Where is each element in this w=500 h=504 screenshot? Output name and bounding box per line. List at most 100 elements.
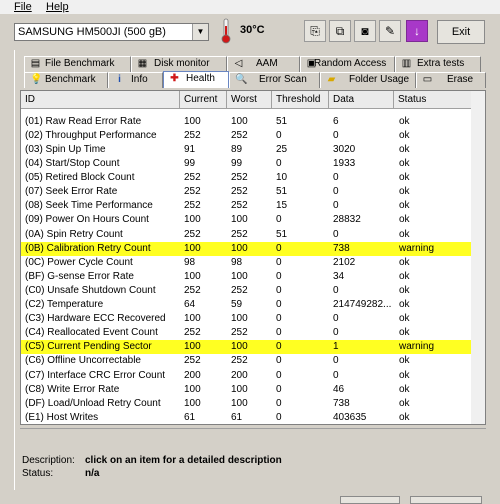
- cell-data: 3020: [333, 143, 356, 155]
- table-row[interactable]: (04) Start/Stop Count 99 99 0 1933 ok: [21, 157, 471, 171]
- table-row[interactable]: (DF) Load/Unload Retry Count 100 100 0 738 ok: [21, 397, 471, 411]
- cell-data: 1933: [333, 158, 356, 169]
- table-row[interactable]: (0A) Spin Retry Count 252 252 51 0 ok: [21, 228, 471, 242]
- table-row[interactable]: (07) Seek Error Rate 252 252 51 0 ok: [21, 185, 471, 199]
- table-row[interactable]: (02) Throughput Performance 252 252 0 0 ok: [21, 129, 471, 143]
- cell-status: ok: [399, 355, 410, 367]
- table-row[interactable]: (C5) Current Pending Sector 100 100 0 1 warni…: [21, 340, 471, 355]
- cell-worst: 252: [231, 186, 248, 198]
- cell-current: 200: [184, 369, 201, 381]
- cell-threshold: 0: [276, 284, 282, 296]
- bottom-button-right[interactable]: [410, 496, 482, 504]
- cell-status: warning: [399, 341, 435, 353]
- table-row[interactable]: (09) Power On Hours Count 100 100 0 28832 ok: [21, 213, 471, 227]
- menu-file[interactable]: File: [14, 0, 32, 14]
- aam-speaker-icon: ◁: [234, 58, 243, 69]
- tab-disk-monitor[interactable]: ▦ Disk monitor: [131, 56, 227, 72]
- folder-icon: ▰: [327, 74, 336, 85]
- tab-benchmark[interactable]: 💡 Benchmark: [24, 72, 108, 88]
- cell-id: (C7) Interface CRC Error Count: [25, 369, 166, 381]
- cell-data: 0: [333, 327, 339, 339]
- download-arrow-icon[interactable]: ↓: [406, 20, 428, 42]
- cell-status: warning: [399, 242, 435, 254]
- table-row[interactable]: (01) Raw Read Error Rate 100 100 51 6 ok: [21, 115, 471, 129]
- table-row[interactable]: (03) Spin Up Time 91 89 25 3020 ok: [21, 143, 471, 157]
- cell-id: (C0) Unsafe Shutdown Count: [25, 284, 156, 296]
- exit-button[interactable]: Exit: [437, 20, 485, 44]
- cell-current: 91: [184, 143, 196, 155]
- table-row[interactable]: (E1) Host Writes 61 61 0 403635 ok: [21, 411, 471, 424]
- chevron-down-icon[interactable]: ▼: [192, 24, 208, 40]
- table-row[interactable]: (C6) Offline Uncorrectable 252 252 0 0 ok: [21, 354, 471, 368]
- status-value: n/a: [85, 468, 100, 479]
- column-header-id[interactable]: ID: [21, 91, 180, 109]
- cell-threshold: 0: [276, 341, 282, 353]
- table-row[interactable]: (C0) Unsafe Shutdown Count 252 252 0 0 ok: [21, 284, 471, 298]
- table-row[interactable]: (C7) Interface CRC Error Count 200 200 0 0 ok: [21, 369, 471, 383]
- menu-bar: File Help: [0, 0, 500, 14]
- tab-file-benchmark[interactable]: ▤ File Benchmark: [24, 56, 131, 72]
- cell-data: 738: [333, 242, 350, 254]
- table-row[interactable]: (05) Retired Block Count 252 252 10 0 ok: [21, 171, 471, 185]
- cell-worst: 99: [231, 158, 243, 169]
- cell-worst: 100: [231, 313, 248, 325]
- menu-help[interactable]: Help: [46, 0, 69, 14]
- column-header-current[interactable]: Current: [180, 91, 227, 109]
- cell-status: ok: [399, 143, 410, 155]
- temperature-value: 30°C: [240, 24, 265, 36]
- table-row[interactable]: (0B) Calibration Retry Count 100 100 0 738 wa…: [21, 241, 471, 256]
- cell-id: (04) Start/Stop Count: [25, 158, 120, 169]
- column-header-status[interactable]: Status: [394, 91, 473, 109]
- cell-data: 0: [333, 313, 339, 325]
- table-row[interactable]: (08) Seek Time Performance 252 252 15 0 ok: [21, 199, 471, 213]
- options-icon[interactable]: ✎: [379, 20, 401, 42]
- tab-extra-tests[interactable]: ▥ Extra tests: [395, 56, 481, 72]
- table-row[interactable]: (C4) Reallocated Event Count 252 252 0 0 ok: [21, 326, 471, 340]
- tab-erase[interactable]: ▭ Erase: [416, 72, 486, 88]
- bottom-button-left[interactable]: [340, 496, 400, 504]
- cell-threshold: 0: [276, 129, 282, 141]
- camera-icon[interactable]: ◙: [354, 20, 376, 42]
- smart-table[interactable]: ID Current Worst Threshold Data Status (…: [20, 90, 486, 425]
- column-header-threshold[interactable]: Threshold: [272, 91, 329, 109]
- cell-threshold: 15: [276, 200, 288, 212]
- tab-folder-usage[interactable]: ▰ Folder Usage: [320, 72, 416, 88]
- tab-error-scan[interactable]: 🔍 Error Scan: [229, 72, 320, 88]
- copy-info-icon[interactable]: ⧉: [329, 20, 351, 42]
- cell-status: ok: [399, 369, 410, 381]
- cell-id: (C6) Offline Uncorrectable: [25, 355, 141, 367]
- disk-monitor-icon: ▦: [137, 58, 148, 69]
- drive-select[interactable]: SAMSUNG HM500JI (500 gB) ▼: [14, 23, 209, 41]
- cell-id: (C8) Write Error Rate: [25, 383, 120, 395]
- column-header-data[interactable]: Data: [329, 91, 394, 109]
- tab-info[interactable]: i Info: [108, 72, 163, 88]
- tab-random-access[interactable]: ▣ Random Access: [300, 56, 395, 72]
- cell-id: (07) Seek Error Rate: [25, 186, 118, 198]
- cell-data: 0: [333, 369, 339, 381]
- cell-status: ok: [399, 228, 410, 240]
- cell-data: 0: [333, 284, 339, 296]
- cell-data: 6: [333, 115, 339, 127]
- cell-status: ok: [399, 256, 410, 268]
- tab-health[interactable]: ✚ Health: [163, 71, 229, 88]
- copy-text-icon[interactable]: ⎘: [304, 20, 326, 42]
- info-icon: i: [118, 74, 121, 85]
- cell-status: ok: [399, 214, 410, 226]
- cell-threshold: 25: [276, 143, 288, 155]
- table-row[interactable]: (C8) Write Error Rate 100 100 0 46 ok: [21, 383, 471, 397]
- cell-id: (BF) G-sense Error Rate: [25, 270, 134, 282]
- cell-id: (08) Seek Time Performance: [25, 200, 153, 212]
- table-row[interactable]: (C2) Temperature 64 59 0 214749282... ok: [21, 298, 471, 312]
- cell-status: ok: [399, 172, 410, 184]
- tab-aam[interactable]: ◁ AAM: [227, 56, 300, 72]
- cell-threshold: 0: [276, 256, 282, 268]
- table-row[interactable]: (BF) G-sense Error Rate 100 100 0 34 ok: [21, 270, 471, 284]
- cell-threshold: 51: [276, 186, 288, 198]
- table-row[interactable]: (0C) Power Cycle Count 98 98 0 2102 ok: [21, 256, 471, 270]
- vertical-scrollbar[interactable]: [471, 91, 485, 424]
- cell-data: 0: [333, 129, 339, 141]
- cell-current: 252: [184, 228, 201, 240]
- cell-worst: 252: [231, 172, 248, 184]
- column-header-worst[interactable]: Worst: [227, 91, 272, 109]
- table-row[interactable]: (C3) Hardware ECC Recovered 100 100 0 0 ok: [21, 312, 471, 326]
